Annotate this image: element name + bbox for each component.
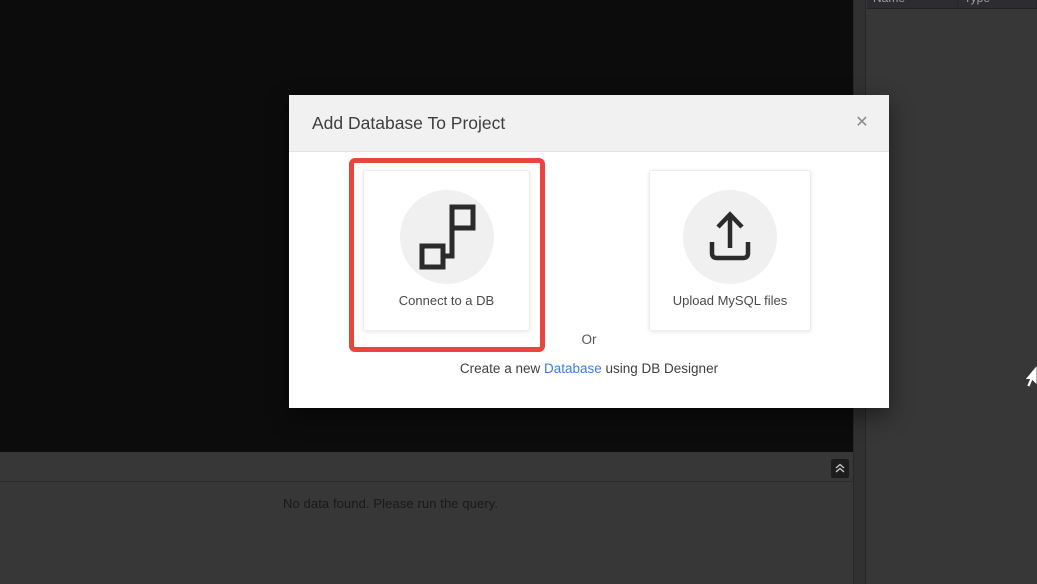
upload-mysql-card[interactable]: Upload MySQL files	[649, 170, 811, 331]
column-header-type[interactable]: Type	[958, 0, 1037, 8]
add-database-modal: Add Database To Project ✕ Connect to a D…	[289, 95, 889, 408]
schema-table: Name Type	[867, 0, 1037, 584]
connect-db-icon-circle	[399, 190, 494, 284]
create-database-line: Create a new Database using DB Designer	[289, 361, 889, 376]
expand-results-button[interactable]	[831, 459, 849, 478]
mouse-cursor-icon	[1025, 365, 1037, 388]
db-designer-link[interactable]: Database	[544, 361, 602, 376]
upload-card-label: Upload MySQL files	[672, 293, 788, 308]
close-icon: ✕	[855, 114, 869, 131]
no-data-message: No data found. Please run the query.	[283, 496, 499, 511]
modal-title: Add Database To Project	[312, 113, 506, 133]
schema-table-header: Name Type	[867, 0, 1037, 9]
or-separator: Or	[581, 332, 597, 347]
connect-nodes-icon	[419, 204, 475, 270]
upload-icon	[709, 211, 751, 261]
results-panel: No data found. Please run the query.	[0, 482, 853, 584]
connect-to-db-card[interactable]: Connect to a DB	[363, 170, 530, 331]
column-header-name[interactable]: Name	[867, 0, 958, 8]
results-toolbar	[0, 452, 853, 482]
connect-card-label: Connect to a DB	[398, 293, 495, 308]
chevron-double-up-icon	[835, 463, 845, 473]
close-button[interactable]: ✕	[850, 110, 874, 134]
modal-header: Add Database To Project ✕	[289, 95, 889, 152]
upload-icon-circle	[683, 190, 777, 284]
create-line-prefix: Create a new	[459, 361, 544, 376]
create-line-suffix: using DB Designer	[601, 361, 719, 376]
